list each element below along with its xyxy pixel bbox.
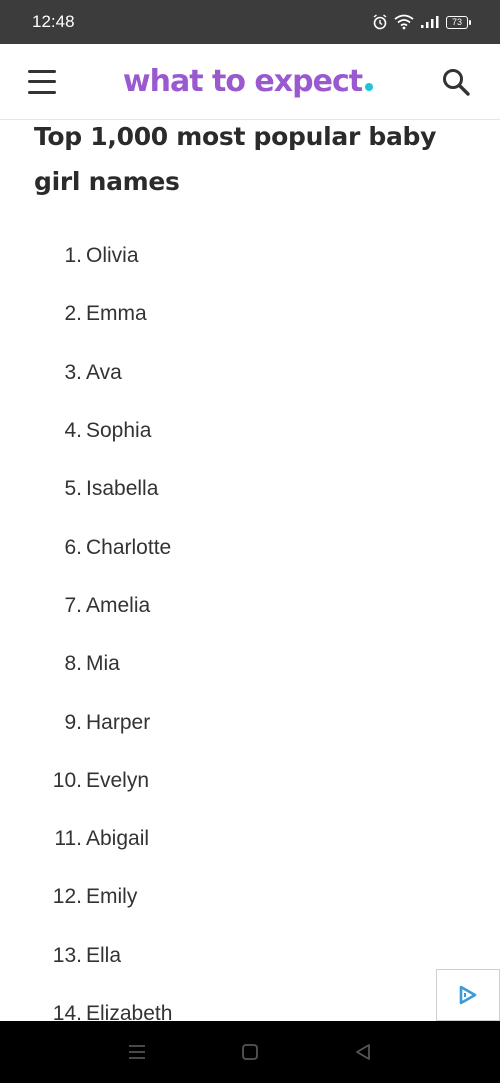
alarm-icon	[373, 14, 387, 30]
list-item-name: Sophia	[86, 419, 152, 443]
list-item-number: 10.	[52, 768, 82, 792]
list-item: 9. Harper	[0, 693, 500, 751]
ad-choices-button[interactable]	[436, 969, 500, 1021]
back-icon[interactable]	[351, 1040, 375, 1064]
page-title: Top 1,000 most popular baby girl names	[34, 122, 437, 196]
list-item-number: 12.	[52, 885, 82, 909]
list-item-number: 1.	[64, 244, 82, 268]
article-content: Top 1,000 most popular baby girl names 1…	[0, 121, 500, 1021]
list-item-number: 8.	[64, 652, 82, 676]
list-item-number: 7.	[64, 593, 82, 617]
list-item: 6. Charlotte	[0, 518, 500, 576]
list-item-number: 14.	[52, 1002, 82, 1021]
name-list: 1. Olivia 2. Emma 3. Ava 4. Sophia 5. Isabella 6. C…	[0, 227, 500, 1021]
list-item: 8. Mia	[0, 635, 500, 693]
list-item-number: 4.	[64, 419, 82, 443]
signal-icon	[421, 16, 439, 28]
list-item-number: 13.	[52, 943, 82, 967]
list-item-name: Isabella	[86, 477, 159, 501]
recents-icon[interactable]	[125, 1040, 149, 1064]
battery-icon: 73	[446, 15, 471, 29]
list-item-number: 2.	[64, 302, 82, 326]
list-item-name: Mia	[86, 652, 120, 676]
list-item: 14. Elizabeth	[0, 985, 500, 1021]
list-item-number: 6.	[64, 535, 82, 559]
list-item-name: Harper	[86, 710, 151, 734]
list-item: 1. Olivia	[0, 227, 500, 285]
logo-dot	[365, 83, 374, 91]
list-item-number: 3.	[64, 360, 82, 384]
list-item-name: Amelia	[86, 593, 151, 617]
list-item: 7. Amelia	[0, 577, 500, 635]
list-item: 3. Ava	[0, 344, 500, 402]
ad-choices-icon	[459, 985, 477, 1005]
status-icons: 73	[372, 14, 471, 30]
list-item-name: Evelyn	[86, 768, 150, 792]
list-item: 13. Ella	[0, 927, 500, 985]
hamburger-menu-icon[interactable]	[28, 69, 56, 94]
list-item-name: Ella	[86, 943, 122, 967]
site-logo[interactable]: what to expect	[122, 64, 374, 99]
list-item-name: Emma	[86, 302, 147, 326]
list-item-number: 5.	[64, 477, 82, 501]
list-item: 4. Sophia	[0, 402, 500, 460]
home-icon[interactable]	[238, 1040, 262, 1064]
status-time: 12:48	[32, 12, 75, 31]
list-item-name: Elizabeth	[86, 1002, 173, 1021]
list-item: 5. Isabella	[0, 460, 500, 518]
list-item: 10. Evelyn	[0, 752, 500, 810]
logo-text: what to expect	[122, 64, 363, 99]
list-item-name: Charlotte	[86, 535, 172, 559]
list-item: 2. Emma	[0, 285, 500, 343]
list-item-number: 11.	[54, 827, 82, 851]
list-item-number: 9.	[64, 710, 82, 734]
list-item: 12. Emily	[0, 868, 500, 926]
wifi-icon	[394, 14, 414, 30]
app-header: what to expect	[0, 44, 500, 120]
list-item-name: Olivia	[86, 244, 139, 268]
list-item-name: Ava	[86, 360, 122, 384]
list-item-name: Abigail	[86, 827, 150, 851]
status-bar: 12:48 73	[0, 0, 500, 44]
battery-level: 73	[451, 16, 462, 27]
list-item-name: Emily	[86, 885, 138, 909]
search-icon[interactable]	[440, 66, 472, 98]
system-nav-bar	[0, 1021, 500, 1083]
list-item: 11. Abigail	[0, 810, 500, 868]
